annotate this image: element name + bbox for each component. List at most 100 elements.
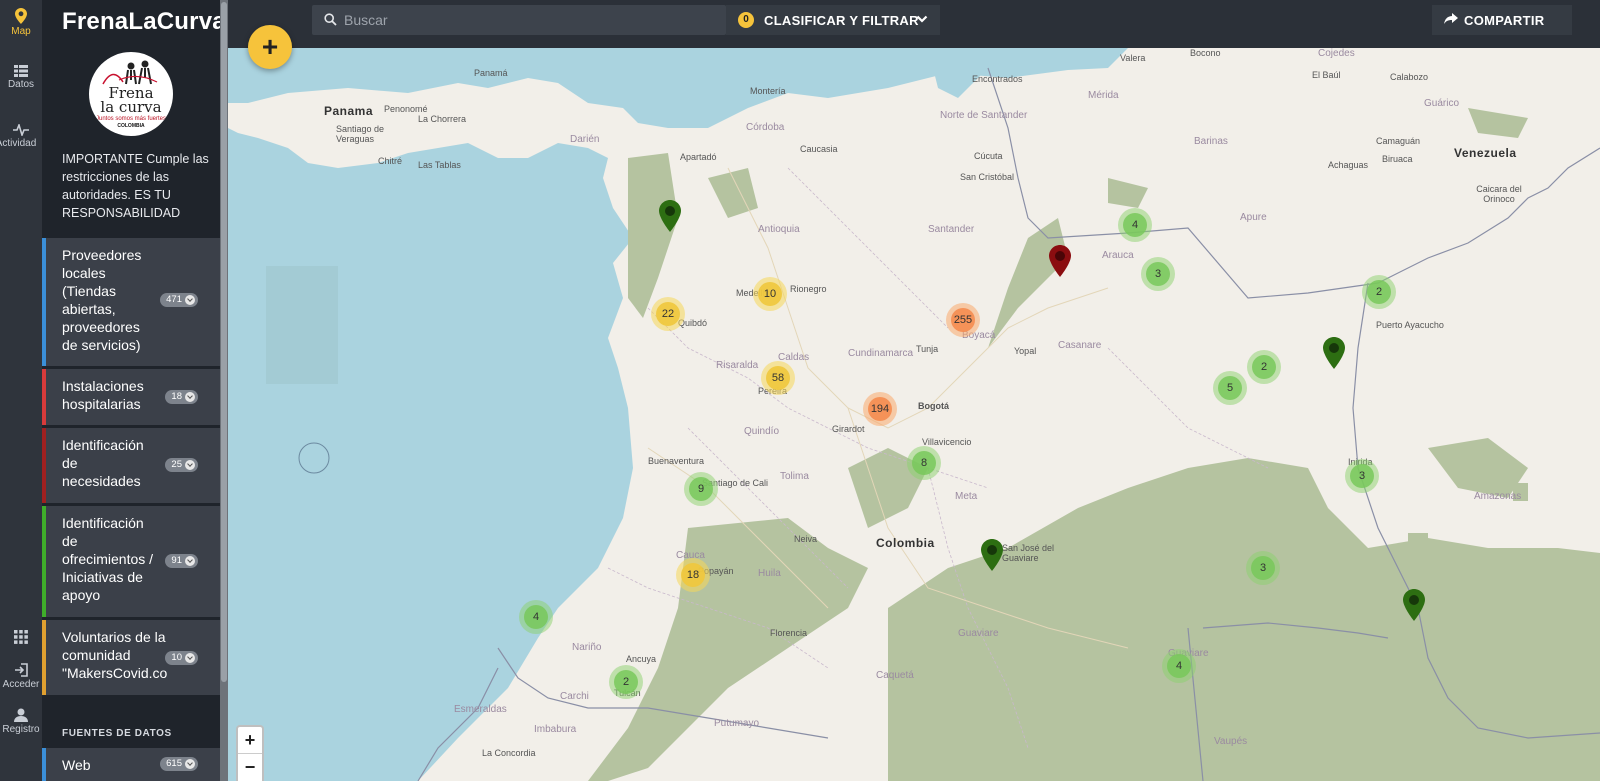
- rail-acceder[interactable]: Acceder: [0, 663, 42, 690]
- map-marker-pin[interactable]: [1049, 245, 1071, 277]
- brand-title[interactable]: FrenaLaCurva: [62, 8, 220, 36]
- important-notice: IMPORTANTE Cumple las restricciones de l…: [62, 152, 209, 220]
- search-box[interactable]: [312, 5, 726, 35]
- apps-grid-icon: [14, 630, 28, 644]
- map-cluster[interactable]: 3: [1345, 459, 1379, 493]
- cluster-count: 2: [614, 670, 638, 694]
- layer-count-toggle[interactable]: 471: [160, 293, 198, 307]
- map-label: Penonomé: [384, 104, 428, 114]
- layer-identificacion-ofrecimientos[interactable]: Identificación de ofrecimientos / Inicia…: [42, 506, 220, 617]
- filter-label: CLASIFICAR Y FILTRAR: [764, 13, 919, 28]
- cluster-count: 255: [951, 308, 975, 332]
- map-label: Córdoba: [746, 122, 785, 133]
- map-cluster[interactable]: 3: [1246, 551, 1280, 585]
- map-marker-pin[interactable]: [659, 200, 681, 232]
- map-cluster[interactable]: 18: [676, 558, 710, 592]
- layer-count-toggle[interactable]: 18: [165, 390, 198, 404]
- map-marker-pin[interactable]: [1403, 589, 1425, 621]
- map-cluster[interactable]: 3: [1141, 257, 1175, 291]
- layer-count-toggle[interactable]: 25: [165, 458, 198, 472]
- map-label: Darién: [570, 134, 600, 145]
- map-label: Cojedes: [1318, 48, 1355, 59]
- map-label: Bogotá: [918, 401, 949, 411]
- map-label: Cúcuta: [974, 151, 1003, 161]
- map-cluster[interactable]: 10: [753, 277, 787, 311]
- zoom-out-button[interactable]: −: [238, 753, 262, 779]
- map-cluster[interactable]: 4: [1118, 208, 1152, 242]
- map-marker-pin[interactable]: [1323, 337, 1345, 369]
- rail-datos-label: Datos: [7, 79, 35, 90]
- map-label: Achaguas: [1328, 160, 1369, 170]
- map-cluster[interactable]: 9: [684, 472, 718, 506]
- map-cluster[interactable]: 58: [761, 361, 795, 395]
- map-label: Apure: [1240, 212, 1267, 223]
- source-web[interactable]: Web 615: [42, 748, 220, 781]
- source-count-toggle[interactable]: 615: [160, 757, 198, 771]
- cluster-count: 2: [1367, 280, 1391, 304]
- map-label: Neiva: [794, 534, 818, 544]
- map-label: Panama: [324, 104, 374, 118]
- login-icon: [15, 663, 28, 677]
- map-marker-pin[interactable]: [981, 539, 1003, 571]
- rail-map-label: Map: [11, 26, 31, 37]
- layer-label: Instalaciones hospitalarias: [62, 378, 144, 412]
- map-label: Caquetá: [876, 670, 914, 681]
- layer-identificacion-necesidades[interactable]: Identificación de necesidades 25: [42, 428, 220, 503]
- map-label: Bocono: [1190, 48, 1221, 58]
- rail-datos[interactable]: Datos: [0, 65, 42, 90]
- layer-proveedores-locales[interactable]: Proveedores locales (Tiendas abiertas, p…: [42, 238, 220, 366]
- layer-label: Identificación de necesidades: [62, 437, 144, 489]
- sidebar-scroll-thumb[interactable]: [221, 2, 227, 682]
- map-label: Amazonas: [1474, 491, 1522, 502]
- search-input[interactable]: [344, 10, 714, 30]
- cluster-count: 10: [758, 282, 782, 306]
- cluster-count: 4: [1167, 654, 1191, 678]
- sort-filter-button[interactable]: 0 CLASIFICAR Y FILTRAR: [726, 5, 940, 35]
- add-post-button[interactable]: +: [248, 25, 292, 69]
- chevron-down-icon: [185, 392, 195, 402]
- chevron-down-icon: [185, 759, 195, 769]
- map-cluster[interactable]: 4: [1162, 649, 1196, 683]
- map-label: San Cristóbal: [960, 172, 1015, 182]
- map-label: Ancuya: [626, 654, 657, 664]
- map-label: Vaupés: [1214, 736, 1248, 747]
- rail-actividad[interactable]: Actividad: [0, 124, 42, 149]
- map-cluster[interactable]: 194: [863, 392, 897, 426]
- layer-instalaciones-hospitalarias[interactable]: Instalaciones hospitalarias 18: [42, 369, 220, 425]
- map-cluster[interactable]: 5: [1213, 371, 1247, 405]
- cluster-count: 4: [524, 605, 548, 629]
- rail-actividad-label: Actividad: [0, 138, 37, 149]
- filter-count-badge: 0: [738, 12, 754, 28]
- share-button[interactable]: COMPARTIR: [1432, 5, 1572, 35]
- map-cluster[interactable]: 255: [946, 303, 980, 337]
- map-cluster[interactable]: 22: [651, 297, 685, 331]
- logo-text-line2: la curva: [100, 98, 162, 116]
- map-label: Villavicencio: [922, 437, 972, 447]
- map-cluster[interactable]: 2: [1247, 350, 1281, 384]
- layer-count-toggle[interactable]: 10: [165, 651, 198, 665]
- map-cluster[interactable]: 8: [907, 446, 941, 480]
- map-cluster[interactable]: 4: [519, 600, 553, 634]
- source-label: Web: [62, 757, 91, 773]
- list-icon: [14, 65, 28, 77]
- rail-apps[interactable]: [0, 630, 42, 646]
- chevron-down-icon: [185, 653, 195, 663]
- map-label: Carchi: [560, 691, 589, 702]
- map-cluster[interactable]: 2: [609, 665, 643, 699]
- zoom-control: + −: [236, 725, 264, 781]
- map-label: Putumayo: [714, 718, 760, 729]
- source-count: 615: [166, 758, 182, 769]
- zoom-in-button[interactable]: +: [238, 727, 262, 753]
- chevron-down-icon: [916, 15, 928, 23]
- map-label: Calabozo: [1390, 72, 1429, 82]
- map-cluster[interactable]: 2: [1362, 275, 1396, 309]
- map-label: Venezuela: [1454, 146, 1517, 160]
- layer-label: Proveedores locales (Tiendas abiertas, p…: [62, 247, 142, 353]
- rail-registro-label: Registro: [2, 724, 40, 735]
- rail-registro[interactable]: Registro: [0, 708, 42, 735]
- layer-voluntarios-comunidad[interactable]: Voluntarios de la comunidad "MakersCovid…: [42, 620, 220, 695]
- map-label: Colombia: [876, 536, 935, 550]
- layer-count-toggle[interactable]: 91: [165, 554, 198, 568]
- map-canvas[interactable]: Panamá Panama Venezuela Colombia Bogotá …: [228, 48, 1600, 781]
- rail-map[interactable]: Map: [0, 8, 42, 37]
